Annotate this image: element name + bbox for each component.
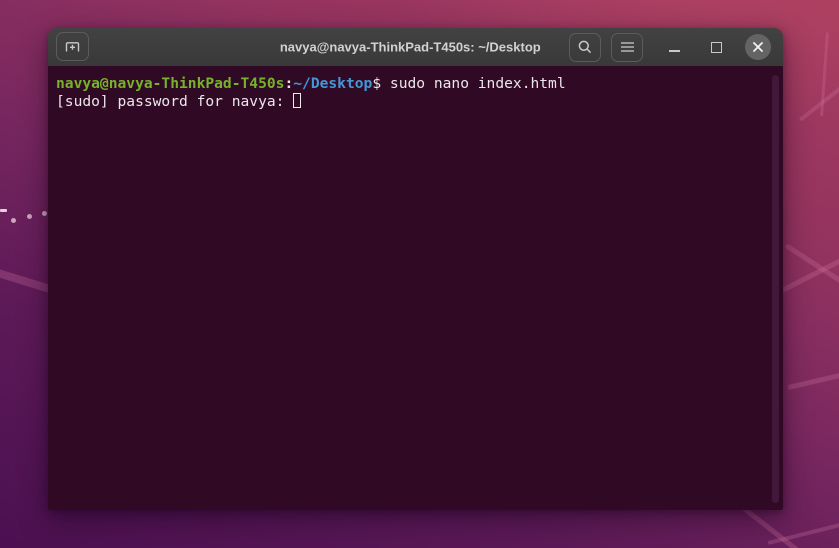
- prompt-symbol: $: [372, 75, 390, 92]
- command-text: sudo nano index.html: [389, 75, 566, 92]
- minimize-button[interactable]: [661, 34, 687, 60]
- titlebar[interactable]: navya@navya-ThinkPad-T450s: ~/Desktop: [48, 28, 783, 66]
- wallpaper-line: [787, 371, 839, 390]
- terminal-content[interactable]: navya@navya-ThinkPad-T450s:~/Desktop$ su…: [48, 66, 783, 510]
- menu-button[interactable]: [611, 32, 643, 62]
- hamburger-menu-icon: [620, 41, 635, 53]
- prompt-path: ~/Desktop: [293, 75, 373, 92]
- terminal-window: navya@navya-ThinkPad-T450s: ~/Desktop na…: [48, 28, 783, 510]
- wallpaper-dot: [42, 211, 47, 216]
- wallpaper-dash: [0, 209, 7, 212]
- terminal-cursor: [293, 93, 302, 108]
- new-tab-button[interactable]: [56, 32, 89, 61]
- close-button[interactable]: [745, 34, 771, 60]
- maximize-button[interactable]: [703, 34, 729, 60]
- terminal-prompt-line: navya@navya-ThinkPad-T450s:~/Desktop$ su…: [56, 75, 763, 93]
- wallpaper-line: [798, 75, 839, 122]
- password-prompt-text: [sudo] password for navya:: [56, 93, 294, 110]
- wallpaper-dot: [11, 218, 16, 223]
- terminal-scrollbar[interactable]: [772, 75, 779, 503]
- maximize-icon: [710, 41, 722, 53]
- search-button[interactable]: [569, 32, 601, 62]
- titlebar-controls: [569, 32, 771, 62]
- wallpaper-line: [742, 506, 821, 548]
- prompt-user-host: navya@navya-ThinkPad-T450s: [56, 75, 285, 92]
- desktop: { "colors": { "wall_top": "#a93d5f", "wa…: [0, 0, 839, 548]
- prompt-separator: :: [284, 75, 294, 92]
- new-tab-icon: [64, 38, 81, 55]
- minimize-icon: [668, 50, 680, 52]
- window-title: navya@navya-ThinkPad-T450s: ~/Desktop: [279, 39, 541, 55]
- terminal-output-line: [sudo] password for navya:: [56, 93, 763, 111]
- close-icon: [752, 41, 764, 53]
- search-icon: [577, 39, 593, 55]
- wallpaper-dot: [27, 214, 32, 219]
